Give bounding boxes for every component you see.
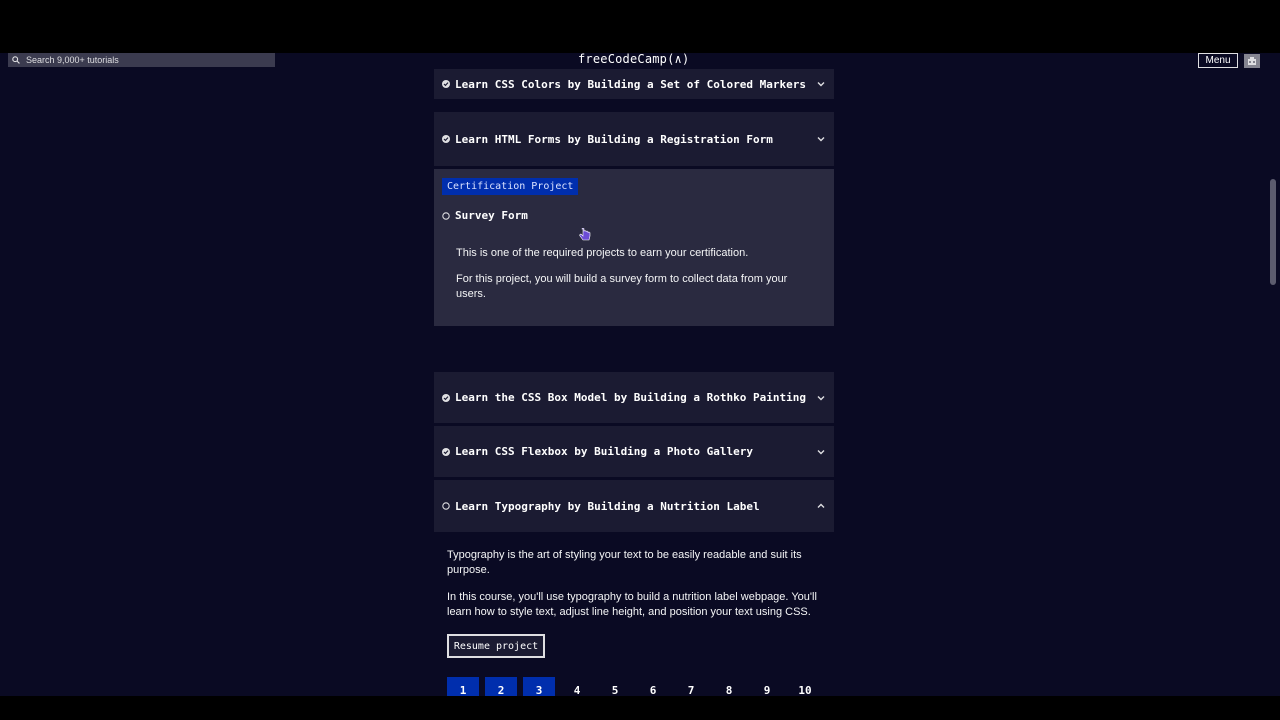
- chevron-down-icon: [817, 137, 825, 142]
- block-html-forms[interactable]: Learn HTML Forms by Building a Registrat…: [434, 112, 834, 166]
- block-css-flexbox[interactable]: Learn CSS Flexbox by Building a Photo Ga…: [434, 426, 834, 477]
- block-title: Learn CSS Colors by Building a Set of Co…: [455, 77, 806, 91]
- certification-project-card: Certification Project Survey Form This i…: [434, 169, 834, 326]
- block-title: Learn HTML Forms by Building a Registrat…: [455, 132, 773, 146]
- project-description-1: This is one of the required projects to …: [456, 247, 749, 259]
- menu-button[interactable]: Menu: [1198, 53, 1238, 68]
- chevron-down-icon: [817, 395, 825, 400]
- chevron-up-icon: [817, 503, 825, 508]
- block-typography[interactable]: Learn Typography by Building a Nutrition…: [434, 480, 834, 532]
- bottom-letterbox: [0, 696, 1280, 720]
- chevron-down-icon: [817, 82, 825, 87]
- search-bar[interactable]: Search 9,000+ tutorials: [8, 53, 275, 67]
- hand-cursor-icon: [579, 228, 591, 241]
- block-title: Learn the CSS Box Model by Building a Ro…: [455, 391, 806, 404]
- incomplete-circle-icon: [442, 211, 450, 220]
- avatar[interactable]: [1244, 54, 1260, 68]
- chevron-down-icon: [817, 449, 825, 454]
- project-title: Survey Form: [455, 209, 528, 222]
- search-icon: [12, 56, 20, 64]
- block-css-colors[interactable]: Learn CSS Colors by Building a Set of Co…: [434, 69, 834, 99]
- survey-form-link[interactable]: Survey Form: [442, 209, 528, 222]
- check-circle-icon: [442, 393, 450, 402]
- typography-description-2: In this course, you'll use typography to…: [447, 591, 817, 618]
- resume-project-button[interactable]: Resume project: [447, 634, 545, 658]
- incomplete-circle-icon: [442, 502, 450, 510]
- check-circle-icon: [442, 135, 450, 143]
- user-icon: [1248, 57, 1256, 65]
- certification-tag: Certification Project: [442, 178, 579, 195]
- project-description-2: For this project, you will build a surve…: [456, 273, 788, 300]
- check-circle-icon: [442, 447, 450, 456]
- site-logo[interactable]: freeCodeCamp(∧): [578, 52, 689, 66]
- check-circle-icon: [442, 80, 450, 88]
- top-nav: Search 9,000+ tutorials freeCodeCamp(∧) …: [0, 52, 1280, 69]
- typography-description-1: Typography is the art of styling your te…: [447, 549, 802, 576]
- scrollbar-thumb[interactable]: [1270, 179, 1276, 285]
- block-title: Learn Typography by Building a Nutrition…: [455, 499, 760, 513]
- scrollbar[interactable]: [1266, 69, 1280, 696]
- search-placeholder: Search 9,000+ tutorials: [26, 55, 119, 65]
- block-title: Learn CSS Flexbox by Building a Photo Ga…: [455, 445, 754, 458]
- block-css-box-model[interactable]: Learn the CSS Box Model by Building a Ro…: [434, 372, 834, 423]
